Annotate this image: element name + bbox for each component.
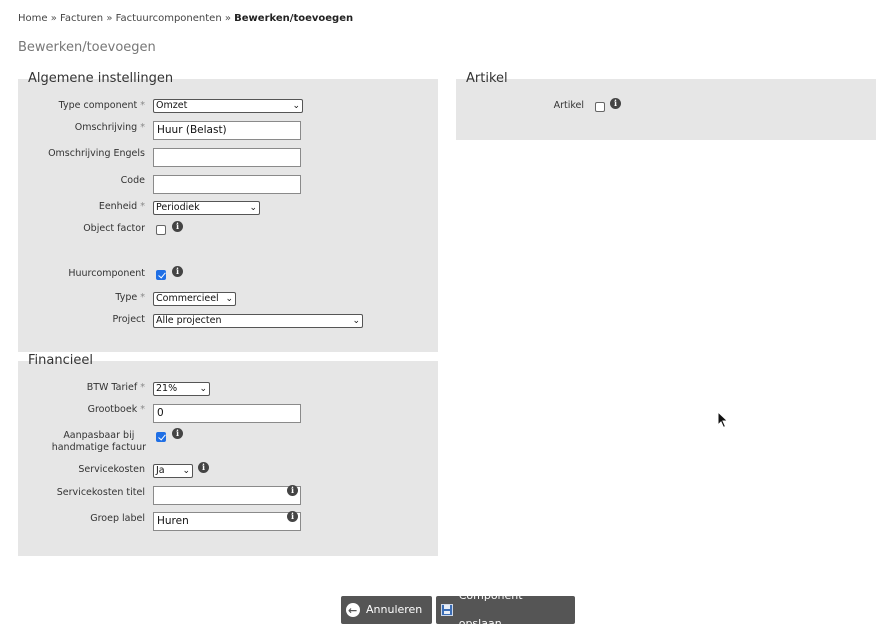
save-component-button[interactable]: Component opslaan [436, 589, 575, 630]
aanpasbaar-checkbox[interactable] [156, 432, 166, 442]
field-label: Artikel [553, 100, 584, 111]
huurcomponent-checkbox[interactable] [156, 270, 166, 280]
project-select[interactable]: Alle projecten ⌄ [153, 314, 363, 328]
breadcrumb-separator: » [224, 13, 231, 24]
field-label: Grootboek * [87, 404, 145, 415]
chevron-down-icon: ⌄ [225, 294, 233, 304]
cancel-button-label: Annuleren [366, 603, 423, 616]
groep-label-input[interactable]: Huren i [153, 511, 301, 531]
page-title: Bewerken/toevoegen [18, 40, 156, 55]
code-input[interactable] [153, 175, 301, 194]
chevron-down-icon: ⌄ [249, 203, 257, 213]
field-label: Omschrijving * [74, 122, 145, 133]
artikel-panel: Artikel Artikel i [456, 72, 876, 140]
field-label: Servicekosten [78, 464, 145, 475]
chevron-down-icon: ⌄ [199, 384, 207, 394]
algemene-instellingen-panel: Algemene instellingen Type component * O… [18, 72, 438, 352]
field-label: Huurcomponent [68, 268, 145, 279]
save-button-label: Component opslaan [458, 589, 523, 630]
chevron-down-icon: ⌄ [182, 466, 190, 476]
field-label: Project [112, 314, 145, 325]
arrow-left-circle-icon [346, 597, 360, 625]
panel-legend: Financieel [28, 353, 93, 368]
object-factor-row: Object factor i [18, 221, 438, 236]
field-label: BTW Tarief * [86, 382, 145, 393]
artikel-checkbox[interactable] [595, 102, 605, 112]
omschrijving-row: Omschrijving * Huur (Belast) [18, 121, 438, 140]
field-label: Omschrijving Engels [48, 148, 145, 159]
omschrijving-input[interactable]: Huur (Belast) [153, 121, 301, 140]
btw-tarief-select[interactable]: 21% ⌄ [153, 382, 210, 396]
floppy-disk-icon [441, 604, 453, 616]
servicekosten-titel-input[interactable]: i [153, 485, 301, 505]
info-icon[interactable]: i [287, 511, 298, 522]
info-icon[interactable]: i [610, 98, 621, 109]
field-label: Servicekosten titel [56, 487, 145, 498]
type-select[interactable]: Commercieel ⌄ [153, 292, 236, 306]
grootboek-row: Grootboek * 0 [18, 404, 438, 423]
info-icon[interactable]: i [172, 428, 183, 439]
grootboek-input[interactable]: 0 [153, 404, 301, 423]
type-component-select[interactable]: Omzet ⌄ [153, 99, 303, 113]
servicekosten-select[interactable]: Ja ⌄ [153, 464, 193, 478]
eenheid-select[interactable]: Periodiek ⌄ [153, 201, 260, 215]
panel-legend: Algemene instellingen [28, 71, 174, 86]
field-label: Aanpasbaar bij handmatige factuur [51, 430, 146, 453]
info-icon[interactable]: i [172, 221, 183, 232]
huurcomponent-row: Huurcomponent i [18, 266, 438, 281]
field-label: Type * [115, 292, 145, 303]
chevron-down-icon: ⌄ [352, 316, 360, 326]
artikel-row: Artikel i [456, 98, 876, 113]
field-label: Eenheid * [98, 201, 145, 212]
panel-legend: Artikel [466, 71, 508, 86]
servicekosten-titel-row: Servicekosten titel i [18, 485, 438, 505]
btw-tarief-row: BTW Tarief * 21% ⌄ [18, 382, 438, 396]
cancel-button[interactable]: Annuleren [341, 596, 432, 625]
breadcrumb-facturen[interactable]: Facturen [60, 13, 103, 24]
field-label: Code [120, 175, 145, 186]
field-label: Type component * [58, 100, 145, 111]
breadcrumb-factuurcomponenten[interactable]: Factuurcomponenten [116, 13, 222, 24]
breadcrumb: Home » Facturen » Factuurcomponenten » B… [18, 13, 353, 24]
aanpasbaar-row: Aanpasbaar bij handmatige factuur i [18, 428, 438, 453]
breadcrumb-separator: » [50, 13, 57, 24]
field-label: Object factor [83, 223, 145, 234]
breadcrumb-separator: » [106, 13, 113, 24]
groep-label-row: Groep label Huren i [18, 511, 438, 531]
eenheid-row: Eenheid * Periodiek ⌄ [18, 201, 438, 215]
code-row: Code [18, 175, 438, 194]
breadcrumb-home[interactable]: Home [18, 13, 48, 24]
financieel-panel: Financieel BTW Tarief * 21% ⌄ Grootboek *… [18, 354, 438, 556]
field-label: Groep label [90, 513, 145, 524]
info-icon[interactable]: i [172, 266, 183, 277]
project-row: Project Alle projecten ⌄ [18, 314, 438, 328]
breadcrumb-current: Bewerken/toevoegen [234, 13, 354, 24]
servicekosten-row: Servicekosten Ja ⌄ i [18, 462, 438, 478]
info-icon[interactable]: i [287, 485, 298, 496]
chevron-down-icon: ⌄ [292, 101, 300, 111]
object-factor-checkbox[interactable] [156, 225, 166, 235]
omschrijving-engels-input[interactable] [153, 148, 301, 167]
type-component-row: Type component * Omzet ⌄ [18, 99, 438, 113]
info-icon[interactable]: i [198, 462, 209, 473]
omschrijving-engels-row: Omschrijving Engels [18, 148, 438, 167]
type-row: Type * Commercieel ⌄ [18, 292, 438, 306]
